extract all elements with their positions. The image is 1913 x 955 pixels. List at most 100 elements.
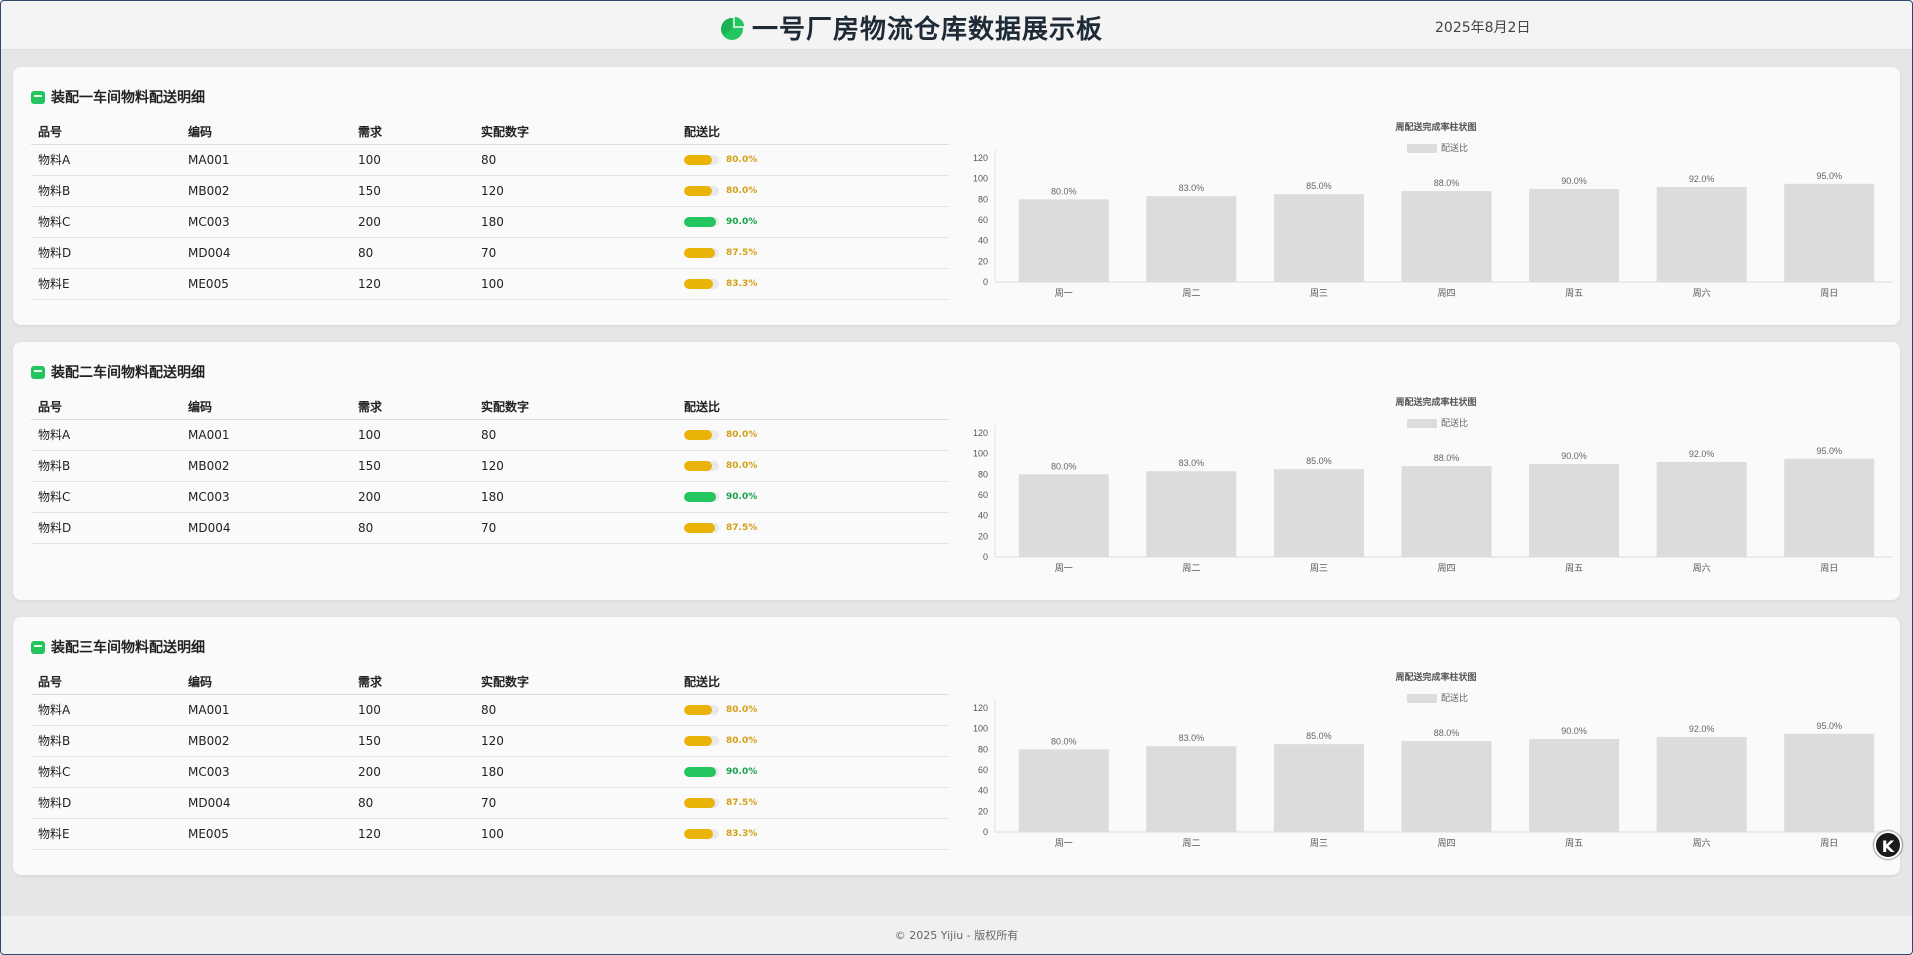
progress-bar bbox=[684, 522, 719, 533]
bar bbox=[1273, 194, 1364, 282]
progress-bar bbox=[684, 828, 719, 839]
cell-name: 物料C bbox=[31, 481, 181, 513]
y-tick-label: 0 bbox=[983, 277, 988, 287]
bar-value-label: 83.0% bbox=[1179, 458, 1205, 468]
table-header-row: 品号 编码 需求 实配数字 配送比 bbox=[31, 120, 949, 145]
ratio-indicator: 80.0% bbox=[684, 154, 949, 165]
bar-value-label: 92.0% bbox=[1689, 174, 1715, 184]
y-tick-label: 60 bbox=[978, 490, 988, 500]
y-tick-label: 80 bbox=[978, 744, 988, 754]
legend-swatch bbox=[1407, 144, 1437, 153]
bar-value-label: 90.0% bbox=[1561, 451, 1587, 461]
cell-name: 物料D bbox=[31, 512, 181, 544]
column-header: 编码 bbox=[181, 120, 351, 145]
bar-value-label: 85.0% bbox=[1306, 181, 1332, 191]
y-tick-label: 0 bbox=[983, 827, 988, 837]
table-row: 物料C MC003 200 180 90.0% bbox=[31, 481, 949, 513]
cell-actual: 120 bbox=[474, 450, 677, 482]
ratio-text: 87.5% bbox=[726, 247, 758, 258]
x-tick-label: 周一 bbox=[1055, 563, 1073, 574]
bar bbox=[1401, 741, 1492, 832]
cell-ratio: 83.3% bbox=[677, 818, 949, 850]
table-row: 物料D MD004 80 70 87.5% bbox=[31, 237, 949, 269]
column-header: 编码 bbox=[181, 395, 351, 420]
cell-actual: 120 bbox=[474, 175, 677, 207]
bar-value-label: 88.0% bbox=[1434, 453, 1460, 463]
current-date: 2025年8月2日 bbox=[1435, 20, 1531, 36]
cell-actual: 100 bbox=[474, 268, 677, 300]
cell-code: MD004 bbox=[181, 237, 351, 269]
bar-value-label: 95.0% bbox=[1816, 446, 1842, 456]
cell-ratio: 90.0% bbox=[677, 481, 949, 513]
x-tick-label: 周二 bbox=[1182, 288, 1200, 299]
bar bbox=[1529, 739, 1620, 832]
y-tick-label: 0 bbox=[983, 552, 988, 562]
bar-value-label: 90.0% bbox=[1561, 176, 1587, 186]
bar bbox=[1784, 183, 1875, 282]
bar bbox=[1401, 466, 1492, 557]
cell-code: MB002 bbox=[181, 725, 351, 757]
cell-code: MA001 bbox=[181, 694, 351, 726]
panel-workshop-2: 装配二车间物料配送明细 品号 编码 需求 实配数字 配送比 物料A MA001 100 80 8… bbox=[13, 342, 1900, 600]
y-tick-label: 40 bbox=[978, 511, 988, 521]
panel-title: 装配一车间物料配送明细 bbox=[51, 90, 205, 106]
ratio-indicator: 83.3% bbox=[684, 278, 949, 289]
x-tick-label: 周六 bbox=[1693, 837, 1711, 849]
cell-ratio: 80.0% bbox=[677, 419, 949, 451]
progress-bar bbox=[684, 491, 719, 502]
column-header: 实配数字 bbox=[474, 670, 677, 695]
cell-code: MD004 bbox=[181, 512, 351, 544]
progress-fill bbox=[684, 154, 712, 165]
bar-value-label: 80.0% bbox=[1051, 736, 1077, 746]
ratio-text: 80.0% bbox=[726, 185, 758, 196]
bar-value-label: 80.0% bbox=[1051, 461, 1077, 471]
cell-need: 100 bbox=[351, 694, 474, 726]
bar bbox=[1529, 464, 1620, 557]
cell-actual: 180 bbox=[474, 756, 677, 788]
cell-name: 物料C bbox=[31, 756, 181, 788]
y-tick-label: 20 bbox=[978, 806, 988, 816]
cell-need: 150 bbox=[351, 175, 474, 207]
bar-value-label: 88.0% bbox=[1434, 178, 1460, 188]
weekly-completion-chart: 周配送完成率柱状图 配送比 0 20 40 60 80 100 120 80.0% 周一 83.0% 周… bbox=[958, 392, 1898, 587]
cell-code: MB002 bbox=[181, 175, 351, 207]
ratio-indicator: 80.0% bbox=[684, 460, 949, 471]
ratio-indicator: 90.0% bbox=[684, 216, 949, 227]
x-tick-label: 周五 bbox=[1565, 838, 1583, 849]
table-row: 物料B MB002 150 120 80.0% bbox=[31, 450, 949, 482]
bar-value-label: 85.0% bbox=[1306, 731, 1332, 741]
floating-k-button[interactable]: K bbox=[1874, 831, 1902, 859]
weekly-completion-chart: 周配送完成率柱状图 配送比 0 20 40 60 80 100 120 80.0% 周一 83.0% 周… bbox=[958, 117, 1898, 312]
y-tick-label: 60 bbox=[978, 765, 988, 775]
bar bbox=[1018, 474, 1109, 557]
cell-code: MB002 bbox=[181, 450, 351, 482]
cell-name: 物料E bbox=[31, 818, 181, 850]
table-row: 物料B MB002 150 120 80.0% bbox=[31, 725, 949, 757]
progress-bar bbox=[684, 185, 719, 196]
cell-need: 80 bbox=[351, 237, 474, 269]
cell-actual: 120 bbox=[474, 725, 677, 757]
cell-name: 物料A bbox=[31, 419, 181, 451]
x-tick-label: 周五 bbox=[1565, 563, 1583, 574]
cell-code: MC003 bbox=[181, 206, 351, 238]
x-tick-label: 周日 bbox=[1820, 288, 1838, 299]
bar-value-label: 95.0% bbox=[1816, 171, 1842, 181]
cell-code: MD004 bbox=[181, 787, 351, 819]
cell-name: 物料B bbox=[31, 450, 181, 482]
column-header: 需求 bbox=[351, 670, 474, 695]
material-table: 品号 编码 需求 实配数字 配送比 物料A MA001 100 80 80.0% 物料B MB002… bbox=[31, 120, 949, 300]
x-tick-label: 周三 bbox=[1310, 838, 1328, 849]
cell-actual: 70 bbox=[474, 237, 677, 269]
cell-code: MA001 bbox=[181, 419, 351, 451]
bar-value-label: 80.0% bbox=[1051, 186, 1077, 196]
progress-fill bbox=[684, 704, 712, 715]
cell-need: 120 bbox=[351, 268, 474, 300]
box-icon bbox=[31, 90, 45, 104]
x-tick-label: 周四 bbox=[1437, 288, 1455, 299]
cell-ratio: 80.0% bbox=[677, 175, 949, 207]
column-header: 配送比 bbox=[677, 395, 949, 420]
cell-need: 80 bbox=[351, 512, 474, 544]
cell-name: 物料C bbox=[31, 206, 181, 238]
cell-name: 物料D bbox=[31, 787, 181, 819]
cell-ratio: 90.0% bbox=[677, 756, 949, 788]
